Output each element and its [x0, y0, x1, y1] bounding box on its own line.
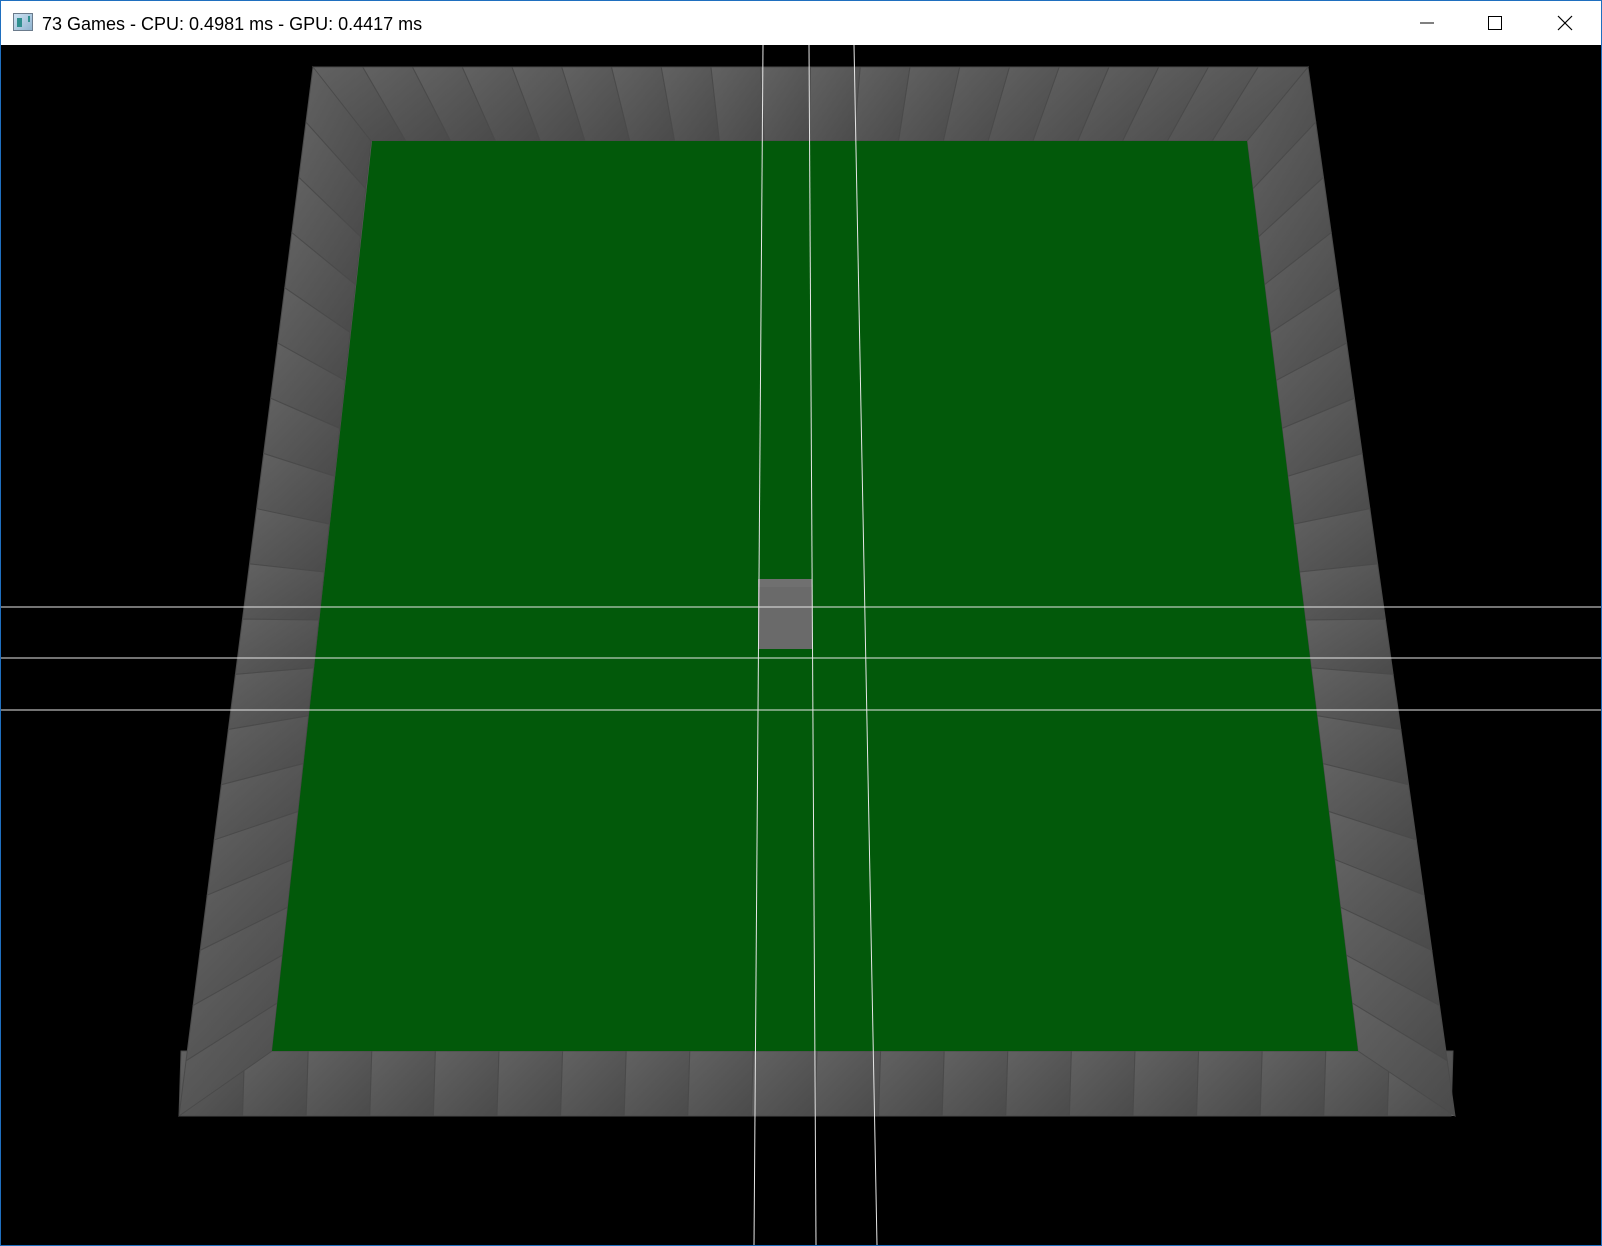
minimize-button[interactable] — [1393, 1, 1461, 45]
wall-block — [1196, 1050, 1263, 1117]
wall-block — [432, 1050, 500, 1117]
wall-block — [560, 1050, 627, 1117]
wall-block — [687, 1050, 754, 1117]
wall-block — [1132, 1050, 1200, 1117]
wall-block — [710, 66, 765, 142]
wall-block — [1068, 1050, 1136, 1117]
wall-block — [1259, 1050, 1327, 1117]
window-title: 73 Games - CPU: 0.4981 ms - GPU: 0.4417 … — [42, 14, 423, 34]
maximize-icon — [1488, 16, 1502, 30]
wall-block — [878, 1050, 945, 1117]
wall-block — [750, 1050, 818, 1117]
maximize-button[interactable] — [1461, 1, 1529, 45]
wall-block — [808, 66, 861, 142]
wall-block — [234, 618, 320, 675]
close-button[interactable] — [1531, 1, 1599, 45]
wall-block — [1005, 1050, 1072, 1117]
app-window-icon — [13, 13, 33, 31]
wall-block — [369, 1050, 436, 1117]
player-block — [758, 579, 812, 649]
wall-block — [623, 1050, 691, 1117]
wall-block — [496, 1050, 564, 1117]
wall-block — [760, 66, 812, 142]
wall-block — [1304, 618, 1394, 675]
wall-block — [1299, 563, 1386, 621]
close-icon — [1557, 15, 1573, 31]
title-bar[interactable]: 73 Games - CPU: 0.4981 ms - GPU: 0.4417 … — [1, 1, 1601, 45]
wall-block — [305, 1050, 373, 1117]
game-scene — [1, 45, 1601, 1245]
wall-block — [814, 1050, 882, 1117]
player-block-top — [758, 579, 812, 587]
wall-block — [241, 563, 325, 621]
game-viewport[interactable] — [1, 45, 1601, 1245]
wall-block — [941, 1050, 1009, 1117]
minimize-icon — [1420, 22, 1434, 24]
green-floor — [272, 141, 1358, 1051]
app-window: 73 Games - CPU: 0.4981 ms - GPU: 0.4417 … — [0, 0, 1602, 1246]
